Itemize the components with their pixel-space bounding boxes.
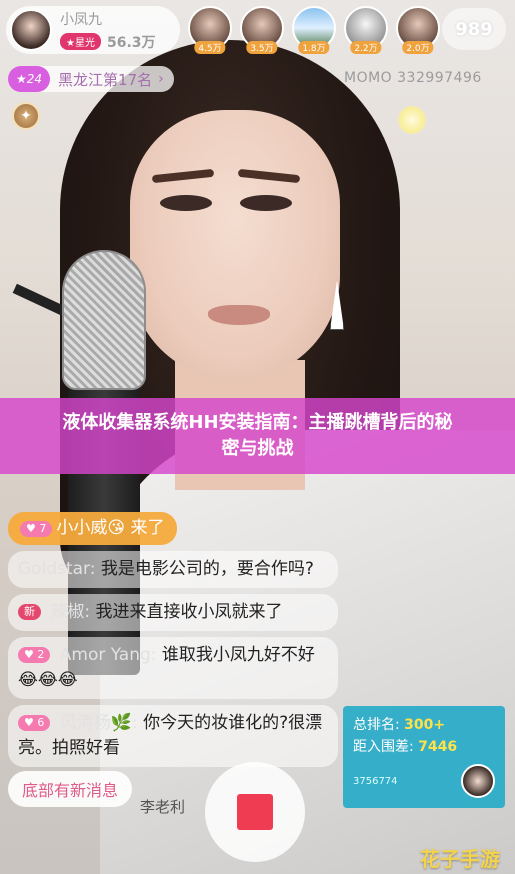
viewer-contribution: 3.5万 (246, 41, 278, 54)
watermark-logo: 花子手游 (420, 847, 500, 871)
viewer-contribution: 2.2万 (350, 41, 382, 54)
host-info: 小凤九 ★星光 56.3万 (60, 9, 156, 52)
chat-message: ♥ 7 小小威 😘 来了 (8, 512, 177, 545)
viewer-avatar[interactable]: 2.2万 (344, 6, 388, 54)
host-name: 小凤九 (60, 11, 102, 28)
star-badge: ★星光 (60, 33, 101, 50)
gap-value: 7446 (418, 739, 458, 755)
total-rank-value: 300+ (404, 717, 446, 733)
chat-message: ♥ 2 Amor Yang: 谁取我小凤九好不好😂😂😂 (8, 637, 338, 699)
chat-username[interactable]: Amor Yang: (60, 645, 157, 665)
record-button[interactable] (205, 762, 305, 862)
eye-right (240, 195, 292, 211)
lamp-light (398, 106, 426, 134)
eye-left (160, 195, 212, 211)
chevron-right-icon: › (158, 71, 164, 87)
host-card[interactable]: 小凤九 ★星光 56.3万 (6, 6, 180, 54)
top-viewer-list: 4.5万 3.5万 1.8万 2.2万 2.0万 (188, 6, 440, 54)
chat-partial-username: 李老利 (140, 798, 186, 816)
viewer-contribution: 1.8万 (298, 41, 330, 54)
rank-card-avatar[interactable] (461, 764, 495, 798)
chat-message: 新 辣椒: 我进来直接收小凤就来了 (8, 594, 338, 631)
viewer-avatar[interactable]: 4.5万 (188, 6, 232, 54)
chat-username[interactable]: 小小威 (56, 516, 107, 541)
viewer-avatar[interactable]: 2.0万 (396, 6, 440, 54)
viewer-contribution: 2.0万 (402, 41, 434, 54)
lips (208, 305, 270, 325)
chat-text: 😘 来了 (107, 518, 165, 538)
rank-card[interactable]: 总排名: 300+ 距入围差: 7446 3756774 (343, 706, 505, 808)
microphone-icon (62, 250, 146, 390)
level-badge: ♥ 2 (18, 647, 51, 663)
viewer-avatar[interactable]: 3.5万 (240, 6, 284, 54)
chat-text: 我进来直接收小凤就来了 (95, 602, 283, 622)
chat-list: ♥ 7 小小威 😘 来了 Goldstar: 我是电影公司的，要合作吗? 新 辣… (8, 512, 338, 767)
chat-text: 我是电影公司的，要合作吗? (100, 559, 314, 579)
title-banner: 液体收集器系统HH安装指南：主播跳槽背后的秘 密与挑战 (0, 398, 515, 474)
level-badge: ♥ 6 (18, 715, 51, 731)
gap-label: 距入围差: (353, 739, 414, 755)
gap-row: 距入围差: 7446 (353, 736, 495, 758)
banner-line-2: 密与挑战 (221, 438, 294, 459)
total-rank-row: 总排名: 300+ (353, 714, 495, 736)
medal-icon[interactable]: ✦ (12, 102, 40, 130)
rank-card-footer: 3756774 (353, 764, 495, 798)
host-avatar[interactable] (10, 9, 52, 51)
rank-level-badge: ★24 (8, 66, 51, 92)
viewer-avatar[interactable]: 1.8万 (292, 6, 336, 54)
level-badge: ♥ 7 (20, 520, 53, 537)
new-user-badge: 新 (18, 604, 41, 620)
chat-username[interactable]: 辣椒: (50, 602, 90, 622)
regional-rank-pill[interactable]: ★24 黑龙江第17名 › (8, 66, 174, 92)
banner-title: 液体收集器系统HH安装指南：主播跳槽背后的秘 密与挑战 (62, 410, 452, 462)
chat-message: Goldstar: 我是电影公司的，要合作吗? (8, 551, 338, 588)
chat-username[interactable]: 风清杨🌿: (60, 713, 138, 733)
momo-id: MOMO 332997496 (344, 70, 482, 86)
host-stats: ★星光 56.3万 (60, 32, 156, 52)
banner-line-1: 液体收集器系统HH安装指南：主播跳槽背后的秘 (62, 412, 453, 433)
fan-count: 56.3万 (106, 34, 156, 51)
stop-icon (237, 794, 273, 830)
streamer-face (130, 110, 340, 380)
online-viewer-count[interactable]: 989 (442, 8, 506, 50)
chat-message: ♥ 6 风清杨🌿: 你今天的妆谁化的?很漂亮。拍照好看 (8, 705, 338, 767)
chat-username[interactable]: Goldstar: (18, 559, 95, 579)
rank-card-uid: 3756774 (353, 775, 398, 787)
viewer-contribution: 4.5万 (194, 41, 226, 54)
total-rank-label: 总排名: (353, 717, 400, 733)
new-messages-button[interactable]: 底部有新消息 (8, 771, 133, 807)
rank-label: 黑龙江第17名 (58, 70, 153, 89)
